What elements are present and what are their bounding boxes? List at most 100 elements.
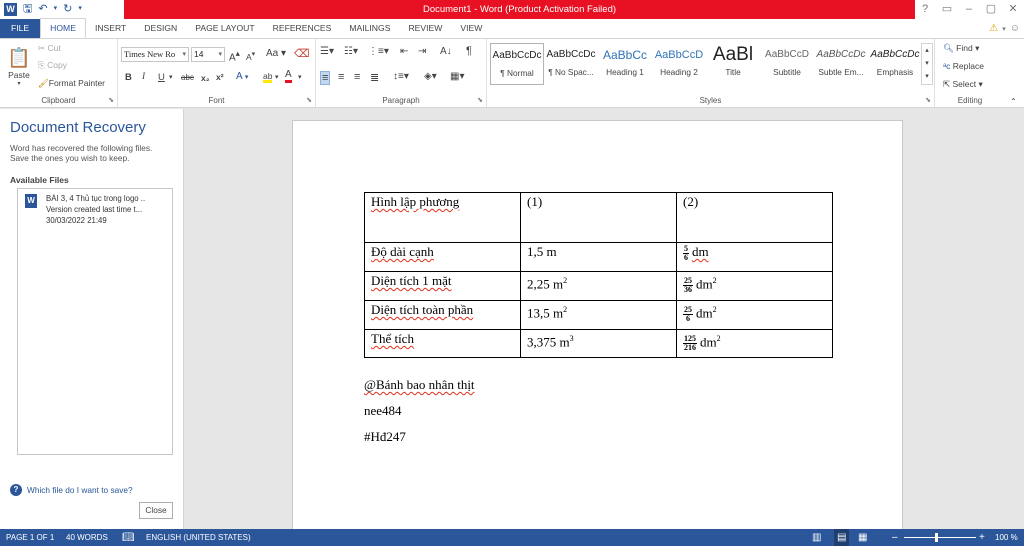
- table-cell[interactable]: Diện tích toàn phần: [364, 300, 521, 330]
- undo-icon[interactable]: ↶: [38, 2, 47, 16]
- clear-formatting-icon[interactable]: ⌫: [294, 47, 310, 60]
- style-heading-1[interactable]: AaBbCc Heading 1: [598, 43, 652, 85]
- superscript-button[interactable]: x²: [216, 72, 224, 82]
- collapse-ribbon-icon[interactable]: ⌃: [1010, 97, 1017, 106]
- table-cell[interactable]: Thể tích: [364, 329, 521, 358]
- text-effects-button[interactable]: A ▾: [236, 71, 248, 82]
- style-emphasis[interactable]: AaBbCcDc Emphasis: [868, 43, 922, 85]
- style-subtle-emphasis[interactable]: AaBbCcDc Subtle Em...: [814, 43, 868, 85]
- italic-button[interactable]: I: [142, 72, 145, 82]
- paragraph-text[interactable]: nee484: [364, 403, 402, 419]
- style-subtitle[interactable]: AaBbCcD Subtitle: [760, 43, 814, 85]
- table-cell[interactable]: 125 216 dm2: [676, 329, 833, 358]
- tab-design[interactable]: DESIGN: [135, 19, 186, 38]
- font-name-dropdown[interactable]: Times New Ro ▾: [121, 47, 189, 62]
- decrease-indent-icon[interactable]: ⇤: [400, 46, 408, 57]
- numbering-icon[interactable]: ☷▾: [344, 46, 358, 57]
- format-painter-button[interactable]: 🖌Format Painter: [38, 78, 105, 89]
- strikethrough-button[interactable]: abc: [181, 73, 194, 82]
- word-count[interactable]: 40 WORDS: [66, 529, 108, 546]
- print-layout-icon[interactable]: ▤: [834, 529, 850, 546]
- paste-button[interactable]: 📋 Paste ▾: [4, 43, 34, 89]
- font-color-button[interactable]: A: [285, 70, 292, 83]
- underline-dropdown-icon[interactable]: ▾: [169, 73, 173, 81]
- copy-button[interactable]: ⎘ Copy: [38, 60, 67, 71]
- borders-icon[interactable]: ▦▾: [450, 71, 464, 82]
- line-spacing-icon[interactable]: ↕≡▾: [393, 71, 409, 82]
- help-link[interactable]: Which file do I want to save?: [27, 485, 133, 495]
- paragraph-launcher-icon[interactable]: ⬊: [477, 96, 483, 104]
- change-case-button[interactable]: Aa ▾: [266, 48, 286, 59]
- clipboard-launcher-icon[interactable]: ⬊: [108, 96, 114, 104]
- justify-icon[interactable]: ≣: [370, 71, 379, 84]
- language-indicator[interactable]: ENGLISH (UNITED STATES): [146, 529, 251, 546]
- customize-qat-icon[interactable]: ▾: [78, 2, 82, 16]
- warning-icon[interactable]: ⚠: [989, 23, 998, 34]
- redo-icon[interactable]: ↻: [63, 2, 72, 16]
- table-cell[interactable]: 25 36 dm2: [676, 271, 833, 301]
- paragraph-text[interactable]: @Bánh bao nhân thịt: [364, 377, 475, 393]
- multilevel-list-icon[interactable]: ⋮≡▾: [368, 46, 389, 57]
- minimize-icon[interactable]: –: [958, 0, 980, 19]
- table-cell[interactable]: Hình lập phương: [364, 192, 521, 243]
- zoom-slider-track[interactable]: [904, 537, 976, 538]
- tab-review[interactable]: REVIEW: [399, 19, 451, 38]
- tab-mailings[interactable]: MAILINGS: [340, 19, 399, 38]
- bullets-icon[interactable]: ☰▾: [320, 46, 334, 57]
- table-cell[interactable]: 2,25 m2: [520, 271, 677, 301]
- zoom-level[interactable]: 100 %: [995, 529, 1018, 546]
- tab-view[interactable]: VIEW: [451, 19, 491, 38]
- zoom-in-button[interactable]: +: [979, 529, 985, 546]
- highlight-button[interactable]: ab: [263, 72, 273, 83]
- increase-indent-icon[interactable]: ⇥: [418, 46, 426, 57]
- style-no-spacing[interactable]: AaBbCcDc ¶ No Spac...: [544, 43, 598, 85]
- close-button[interactable]: Close: [139, 502, 173, 519]
- undo-dropdown-icon[interactable]: ▾: [54, 2, 58, 16]
- table-cell[interactable]: 13,5 m2: [520, 300, 677, 330]
- table-cell[interactable]: 25 6 dm2: [676, 300, 833, 330]
- cut-button[interactable]: ✂ Cut: [38, 43, 61, 54]
- account-dropdown-icon[interactable]: ▾: [1002, 25, 1006, 33]
- data-table[interactable]: Hình lập phương (1) (2) Độ dài cạnh 1,5 …: [364, 192, 833, 358]
- subscript-button[interactable]: x₂: [201, 73, 210, 83]
- page-count[interactable]: PAGE 1 OF 1: [6, 529, 54, 546]
- table-cell[interactable]: (2): [676, 192, 833, 243]
- align-left-icon[interactable]: ≡: [320, 71, 331, 85]
- zoom-out-button[interactable]: –: [892, 529, 898, 546]
- table-cell[interactable]: 5 6 dm: [676, 242, 833, 272]
- replace-button[interactable]: ᵃc Replace: [943, 61, 984, 71]
- table-cell[interactable]: 3,375 m3: [520, 329, 677, 358]
- shrink-font-button[interactable]: A▾: [246, 49, 255, 62]
- table-cell[interactable]: Diện tích 1 mặt: [364, 271, 521, 301]
- table-cell[interactable]: Độ dài cạnh: [364, 242, 521, 272]
- styles-scroll-control[interactable]: ▴ ▾ ▾: [921, 43, 933, 85]
- tab-file[interactable]: FILE: [0, 19, 41, 38]
- show-formatting-icon[interactable]: ¶: [466, 45, 472, 57]
- styles-launcher-icon[interactable]: ⬊: [925, 96, 931, 104]
- align-center-icon[interactable]: ≡: [338, 71, 344, 83]
- underline-button[interactable]: U: [158, 72, 165, 83]
- style-heading-2[interactable]: AaBbCcD Heading 2: [652, 43, 706, 85]
- close-icon[interactable]: ✕: [1002, 0, 1024, 19]
- recovered-file-item[interactable]: W BÀI 3, 4 Thủ tục trong logo .. Version…: [20, 191, 170, 229]
- shading-icon[interactable]: ◈▾: [424, 71, 437, 82]
- highlight-dropdown-icon[interactable]: ▾: [275, 73, 279, 81]
- smiley-feedback-icon[interactable]: ☺: [1010, 23, 1020, 34]
- save-icon[interactable]: 🖫: [23, 2, 32, 16]
- style-title[interactable]: AaBl Title: [706, 43, 760, 85]
- font-launcher-icon[interactable]: ⬊: [306, 96, 312, 104]
- tab-insert[interactable]: INSERT: [86, 19, 135, 38]
- maximize-icon[interactable]: ▢: [980, 0, 1002, 19]
- tab-references[interactable]: REFERENCES: [264, 19, 341, 38]
- font-color-dropdown-icon[interactable]: ▾: [298, 73, 302, 81]
- web-layout-icon[interactable]: ▦: [858, 529, 867, 546]
- table-cell[interactable]: (1): [520, 192, 677, 243]
- proofing-icon[interactable]: 📖︎: [122, 529, 135, 546]
- document-page[interactable]: Hình lập phương (1) (2) Độ dài cạnh 1,5 …: [292, 120, 903, 529]
- font-size-dropdown[interactable]: 14 ▾: [191, 47, 225, 62]
- read-mode-icon[interactable]: ▥: [812, 529, 821, 546]
- ribbon-display-icon[interactable]: ▭: [936, 0, 958, 19]
- tab-home[interactable]: HOME: [40, 18, 86, 38]
- grow-font-button[interactable]: A▴: [229, 48, 240, 63]
- bold-button[interactable]: B: [125, 72, 132, 83]
